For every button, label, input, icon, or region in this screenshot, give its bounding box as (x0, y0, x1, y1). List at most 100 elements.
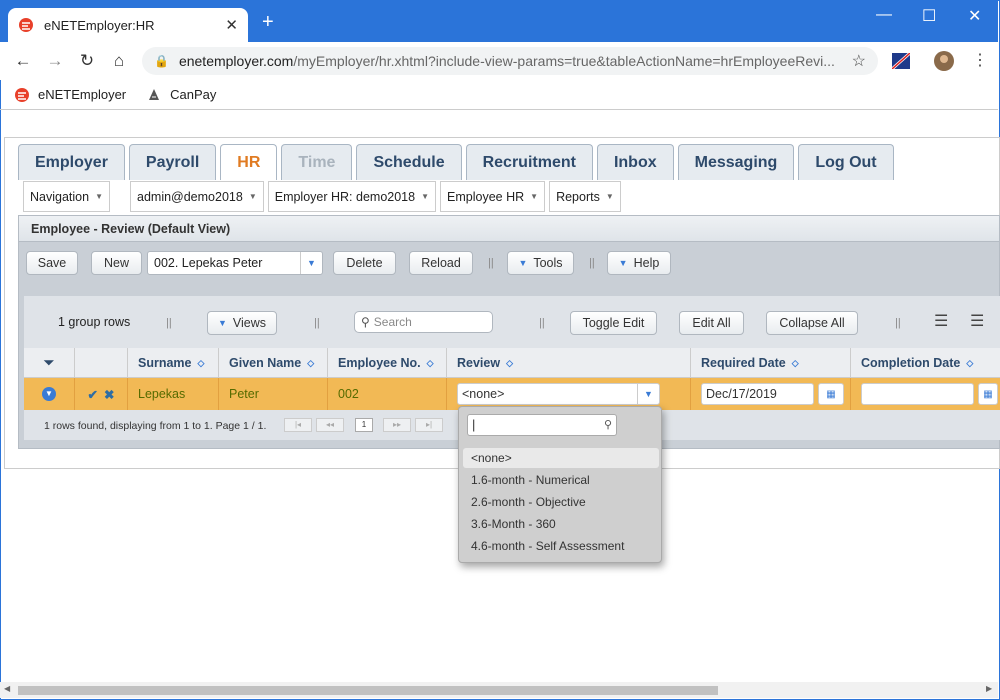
separator: || (589, 257, 595, 269)
search-icon: ⚲ (361, 315, 370, 329)
review-header[interactable]: Review ◇ (447, 348, 691, 378)
canpay-logo-icon (149, 88, 160, 100)
tab-employer[interactable]: Employer (18, 144, 125, 180)
dropdown-option[interactable]: 4.6-month - Self Assessment (463, 536, 659, 556)
employee-select[interactable]: 002. Lepekas Peter ▼ (147, 251, 323, 275)
tab-recruitment[interactable]: Recruitment (465, 144, 593, 180)
reload-icon[interactable]: ↻ (76, 51, 98, 71)
check-icon[interactable]: ✔ (88, 387, 98, 402)
chevron-down-icon[interactable]: ▼ (300, 252, 322, 274)
help-button[interactable]: ▼ Help (607, 251, 671, 275)
separator: || (166, 317, 172, 329)
maximize-icon[interactable]: ☐ (922, 6, 936, 26)
close-icon[interactable]: ✖ (104, 387, 114, 402)
chevron-down-icon: ▼ (530, 192, 539, 201)
calendar-icon[interactable]: ▦ (978, 383, 998, 405)
last-page-icon[interactable]: ▸| (415, 418, 443, 432)
calendar-icon[interactable]: ▦ (818, 383, 844, 405)
chevron-down-icon[interactable]: ▼ (637, 384, 659, 404)
expand-icon[interactable]: ▼ (24, 378, 75, 410)
tab-inbox[interactable]: Inbox (596, 144, 674, 180)
chevron-down-icon: ▼ (605, 192, 614, 201)
lock-icon: 🔒 (154, 54, 169, 68)
back-icon[interactable]: ← (12, 51, 34, 71)
grid-search-input[interactable]: ⚲ Search (354, 311, 493, 333)
required-date-input[interactable]: Dec/17/2019 (701, 383, 814, 405)
extension-flag-icon[interactable] (892, 53, 910, 69)
dropdown-option[interactable]: 2.6-month - Objective (463, 492, 659, 512)
chevron-down-icon: ▼ (421, 192, 430, 201)
reports-menu[interactable]: Reports ▼ (549, 181, 621, 212)
profile-avatar[interactable] (934, 51, 954, 71)
separator: || (895, 317, 901, 329)
menu-label: Employee HR (447, 189, 525, 204)
page-number[interactable]: 1 (355, 418, 373, 432)
filter-icon[interactable]: ⏷ (24, 348, 75, 378)
reload-button[interactable]: Reload (409, 251, 473, 275)
header-label: Required Date (701, 356, 786, 370)
forward-icon[interactable]: → (44, 51, 66, 71)
sort-icon[interactable]: ◇ (307, 358, 314, 369)
delete-button[interactable]: Delete (333, 251, 396, 275)
previous-page-icon[interactable]: ◂◂ (316, 418, 344, 432)
dropdown-option[interactable]: 3.6-Month - 360 (463, 514, 659, 534)
completion-date-header[interactable]: Completion Date ◇ (851, 348, 1000, 378)
sort-icon[interactable]: ◇ (198, 358, 205, 369)
scroll-left-icon[interactable]: ◀ (4, 684, 10, 693)
minimize-icon[interactable]: — (876, 6, 892, 24)
menu-kebab-icon[interactable]: ⋮ (972, 50, 988, 70)
edit-all-button[interactable]: Edit All (679, 311, 744, 335)
dropdown-option[interactable]: <none> (463, 448, 659, 468)
sort-icon[interactable]: ◇ (966, 358, 973, 369)
sort-icon[interactable]: ◇ (792, 358, 799, 369)
first-page-icon[interactable]: |◂ (284, 418, 312, 432)
close-tab-icon[interactable]: ✕ (225, 16, 238, 34)
navigation-menu[interactable]: Navigation ▼ (23, 181, 110, 212)
given-name-header[interactable]: Given Name ◇ (219, 348, 328, 378)
header-label: Review (457, 356, 501, 370)
scrollbar-thumb[interactable] (18, 686, 718, 695)
close-window-icon[interactable]: ✕ (968, 6, 981, 26)
clear-filter-icon[interactable]: ☰ (970, 311, 984, 331)
tab-hr[interactable]: HR (220, 144, 278, 180)
employer-hr-menu[interactable]: Employer HR: demo2018 ▼ (267, 181, 437, 212)
tab-logout[interactable]: Log Out (798, 144, 894, 180)
bookmark-enet[interactable]: eNETEmployer (14, 87, 126, 103)
bookmarks-bar: eNETEmployer CanPay (0, 80, 998, 110)
menu-label: admin@demo2018 (137, 189, 243, 204)
wrap-text-icon[interactable]: ☰ (934, 311, 948, 331)
views-button[interactable]: ▼ Views (207, 311, 277, 335)
toggle-edit-button[interactable]: Toggle Edit (570, 311, 657, 335)
employee-no-header[interactable]: Employee No. ◇ (328, 348, 447, 378)
employee-hr-menu[interactable]: Employee HR ▼ (440, 181, 546, 212)
new-button[interactable]: New (91, 251, 142, 275)
dropdown-option[interactable]: 1.6-month - Numerical (463, 470, 659, 490)
review-select[interactable]: <none> ▼ (457, 383, 660, 405)
sort-icon[interactable]: ◇ (506, 358, 513, 369)
address-bar[interactable]: 🔒 enetemployer.com /myEmployer/hr.xhtml?… (142, 47, 878, 75)
separator: || (488, 257, 494, 269)
bookmark-canpay[interactable]: CanPay (146, 87, 216, 103)
tab-time[interactable]: Time (281, 144, 353, 180)
new-tab-icon[interactable]: + (262, 12, 274, 32)
review-dropdown: | ⚲ <none> 1.6-month - Numerical 2.6-mon… (458, 406, 662, 563)
scroll-right-icon[interactable]: ▶ (986, 684, 992, 693)
tools-button[interactable]: ▼ Tools (507, 251, 574, 275)
tab-schedule[interactable]: Schedule (356, 144, 462, 180)
tab-messaging[interactable]: Messaging (677, 144, 795, 180)
bookmark-star-icon[interactable]: ☆ (852, 51, 866, 71)
surname-header[interactable]: Surname ◇ (128, 348, 219, 378)
sort-icon[interactable]: ◇ (427, 358, 434, 369)
dropdown-search-input[interactable]: | ⚲ (467, 414, 617, 436)
completion-date-input[interactable] (861, 383, 974, 405)
next-page-icon[interactable]: ▸▸ (383, 418, 411, 432)
rows-found-text: 1 rows found, displaying from 1 to 1. Pa… (44, 420, 267, 432)
tab-payroll[interactable]: Payroll (128, 144, 217, 180)
collapse-all-button[interactable]: Collapse All (766, 311, 858, 335)
user-menu[interactable]: admin@demo2018 ▼ (130, 181, 264, 212)
home-icon[interactable]: ⌂ (108, 51, 130, 71)
separator: || (314, 317, 320, 329)
browser-tab[interactable]: eNETEmployer:HR ✕ (8, 8, 248, 42)
save-button[interactable]: Save (26, 251, 78, 275)
required-date-header[interactable]: Required Date ◇ (691, 348, 851, 378)
